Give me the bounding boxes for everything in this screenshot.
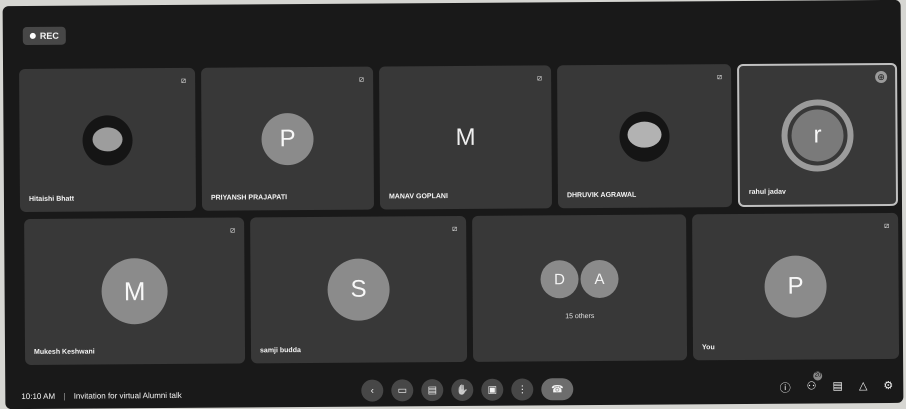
speaking-ring: r: [781, 98, 854, 172]
people-icon[interactable]: ⚇ 20: [807, 371, 823, 395]
mic-muted-icon: ⧄: [452, 223, 458, 234]
side-panel-buttons: ⓘ ⚇ 20 ▤ △ ⚙: [780, 371, 894, 396]
mic-muted-icon: ⧄: [230, 225, 236, 235]
avatar: S: [327, 258, 390, 321]
avatar-photo: [82, 114, 133, 166]
participant-name: MANAV GOPLANI: [388, 193, 448, 201]
avatar-letter: M: [455, 123, 476, 151]
participant-tile-rahul[interactable]: ⊕ r rahul jadav: [737, 62, 899, 208]
avatar: P: [764, 255, 827, 318]
mic-muted-icon: ⧄: [358, 74, 365, 84]
mic-muted-icon: ⧄: [536, 73, 543, 83]
recording-indicator: REC: [22, 26, 66, 45]
avatar: D: [540, 260, 579, 299]
participant-tile-mukesh[interactable]: ⧄ M Mukesh Keshwani: [24, 217, 246, 365]
participant-tile-dhruvik[interactable]: ⧄ DHRUVIK AGRAWAL: [557, 64, 733, 209]
meeting-info: 10:10 AM | Invitation for virtual Alumni…: [21, 391, 181, 401]
host-controls-icon[interactable]: ⚙: [883, 379, 893, 395]
mic-muted-icon: ⧄: [181, 75, 187, 85]
meeting-title: Invitation for virtual Alumni talk: [73, 390, 182, 401]
participant-tile-self[interactable]: ⧄ P You: [692, 212, 900, 361]
call-controls: ‹ ▭ ▤ ✋ ▣ ⋮ ☎: [361, 378, 574, 402]
others-avatars: D A: [540, 260, 619, 299]
participant-name: You: [701, 344, 715, 352]
avatar: r: [791, 108, 844, 162]
chat-icon[interactable]: ▤: [832, 379, 843, 395]
avatar: A: [580, 260, 619, 299]
participant-tile-others[interactable]: D A 15 others: [472, 214, 688, 362]
separator: |: [63, 391, 66, 401]
participant-name: DHRUVIK AGRAWAL: [566, 191, 637, 200]
mic-muted-icon: ⧄: [884, 220, 890, 230]
participant-name: rahul jadav: [748, 188, 786, 196]
pin-icon[interactable]: ⊕: [875, 70, 888, 84]
present-icon[interactable]: ▣: [481, 378, 504, 401]
captions-icon[interactable]: ▤: [421, 379, 444, 402]
participant-count-badge: 20: [813, 371, 823, 381]
raise-hand-icon[interactable]: ✋: [451, 378, 474, 402]
participant-name: PRIYANSH PRAJAPATI: [210, 194, 288, 202]
participant-name: Hitaishi Bhatt: [28, 195, 75, 203]
participant-tile-samji[interactable]: ⧄ S samji budda: [250, 215, 468, 364]
participant-tile-priyansh[interactable]: ⧄ P PRIYANSH PRAJAPATI: [201, 66, 375, 211]
avatar: M: [101, 257, 168, 325]
participant-tile-manav[interactable]: ⧄ M MANAV GOPLANI: [379, 65, 553, 210]
participant-tile-hitaishi[interactable]: ⧄ Hitaishi Bhatt: [19, 67, 197, 213]
participant-name: samji budda: [259, 347, 301, 355]
record-dot-icon: [29, 32, 36, 39]
meeting-time: 10:10 AM: [21, 391, 56, 402]
mic-muted-icon: ⧄: [716, 72, 723, 82]
avatar: P: [261, 112, 314, 165]
info-icon[interactable]: ⓘ: [780, 380, 791, 396]
more-options-icon[interactable]: ⋮: [511, 378, 534, 401]
participant-name: Mukesh Keshwani: [33, 348, 95, 356]
others-count-label: 15 others: [565, 313, 595, 321]
camera-icon[interactable]: ▭: [391, 379, 414, 402]
meet-window: REC ⧄ Hitaishi Bhatt ⧄ P PRIYANSH PRAJAP…: [2, 0, 904, 409]
recording-label: REC: [39, 30, 59, 41]
activities-icon[interactable]: △: [859, 379, 868, 395]
arrow-icon[interactable]: ‹: [361, 379, 384, 402]
avatar-photo: [619, 110, 670, 162]
end-call-icon[interactable]: ☎: [541, 378, 574, 401]
